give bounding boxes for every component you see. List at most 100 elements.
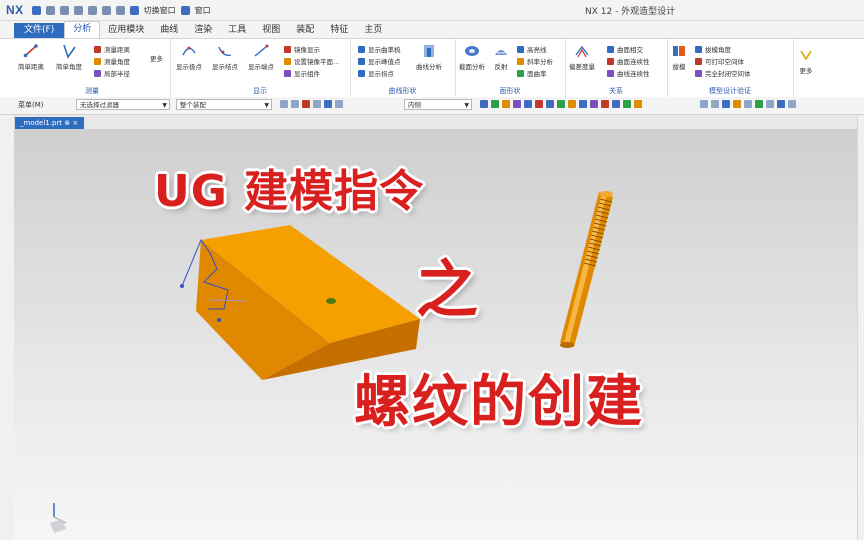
face-curvature-button[interactable]: 面曲率 [517, 68, 547, 78]
deviation-measure-button[interactable]: 偏差度量 [569, 43, 595, 71]
wcs-icon[interactable] [766, 100, 774, 108]
model-scene [50, 191, 613, 533]
check-more-button[interactable]: 更多 [798, 47, 814, 75]
tab-view[interactable]: 视图 [254, 23, 288, 38]
slope-analysis-button[interactable]: 斜率分析 [517, 56, 553, 66]
curve-continuity-button[interactable]: 曲线连续性 [607, 68, 650, 78]
point-on-curve-icon[interactable] [557, 100, 565, 108]
tab-analysis[interactable]: 分析 [64, 21, 101, 38]
simple-distance-button[interactable]: 简单距离 [18, 43, 44, 71]
printable-space-button[interactable]: 可打印空间体 [695, 56, 744, 66]
tab-applications[interactable]: 应用模块 [100, 23, 152, 38]
orient-view-icon[interactable] [744, 100, 752, 108]
tangent-icon[interactable] [590, 100, 598, 108]
show-inflection-button[interactable]: 显示拐点 [358, 68, 394, 78]
render-style-icon[interactable] [733, 100, 741, 108]
show-endpoints-button[interactable]: 显示端点 [248, 43, 274, 71]
control-point-icon[interactable] [502, 100, 510, 108]
tab-render[interactable]: 渲染 [186, 23, 220, 38]
coordinate-triad [50, 503, 67, 533]
local-radius-button[interactable]: 局部半径 [94, 68, 130, 78]
deselect-icon[interactable] [324, 100, 332, 108]
box-icon[interactable] [313, 100, 321, 108]
show-group-button[interactable]: 显示组件 [284, 68, 320, 78]
zoom-icon[interactable] [700, 100, 708, 108]
reflection-icon [495, 50, 507, 55]
graphics-viewport[interactable]: UG 建模指令 之 螺纹的创建 [14, 129, 857, 540]
mirror-show-button[interactable]: 镜像显示 [284, 44, 320, 54]
paste-icon[interactable] [101, 5, 111, 15]
face-continuity-button[interactable]: 曲面连续性 [607, 56, 650, 66]
layer-icon[interactable] [755, 100, 763, 108]
section-analysis-button[interactable]: 截面分析 [459, 43, 485, 71]
redo-icon[interactable] [59, 5, 69, 15]
perpendicular-icon[interactable] [601, 100, 609, 108]
show-peak-button[interactable]: 显示峰值点 [358, 56, 401, 66]
quadrant-icon[interactable] [535, 100, 543, 108]
group-display: 显示极点 显示结点 显示端点 镜像显示 设置镜像平面... 显示组件 显示 [170, 39, 351, 97]
draft-angle-button[interactable]: 拔模角度 [695, 44, 731, 54]
center-icon[interactable] [524, 100, 532, 108]
peak-icon [358, 57, 365, 65]
close-icon[interactable]: ⊗ × [64, 119, 78, 127]
simple-angle-button[interactable]: 简单角度 [56, 43, 82, 71]
show-curvature-comb-button[interactable]: 显示曲率梳 [358, 44, 401, 54]
arc-center-icon[interactable] [579, 100, 587, 108]
snap-icon[interactable] [291, 100, 299, 108]
measure-angle-button[interactable]: 测量角度 [94, 56, 130, 66]
pan-icon[interactable] [711, 100, 719, 108]
undo-icon[interactable] [45, 5, 55, 15]
repeat-icon[interactable] [115, 5, 125, 15]
tab-tools[interactable]: 工具 [220, 23, 254, 38]
select-icon[interactable] [302, 100, 310, 108]
show-knots-button[interactable]: 显示结点 [212, 43, 238, 71]
settings-icon[interactable] [788, 100, 796, 108]
thread-hole[interactable] [326, 298, 336, 304]
save-icon[interactable] [31, 5, 41, 15]
scrollbar[interactable] [857, 115, 864, 540]
copy-icon[interactable] [87, 5, 97, 15]
switch-window-button[interactable]: 切换窗口 [144, 5, 176, 16]
draft-button[interactable]: 拔模 [671, 43, 687, 71]
window-icon[interactable] [180, 5, 190, 15]
face-intersect-button[interactable]: 曲面相交 [607, 44, 643, 54]
measure-distance-button[interactable]: 测量距离 [94, 44, 130, 54]
midpoint-snap-icon[interactable] [491, 100, 499, 108]
curve-analysis-button[interactable]: 曲线分析 [416, 43, 442, 71]
threaded-rod[interactable] [560, 191, 613, 348]
tab-file[interactable]: 文件(F) [14, 23, 65, 38]
pole-icon[interactable] [623, 100, 631, 108]
cut-icon[interactable] [73, 5, 83, 15]
rotate-icon[interactable] [722, 100, 730, 108]
tab-assembly[interactable]: 装配 [288, 23, 322, 38]
security-space-button[interactable]: 完全封闭空间体 [695, 68, 751, 78]
menu-button[interactable]: 菜单(M) [18, 100, 44, 110]
document-tabs: _model1.prt ⊗ × [0, 115, 864, 129]
show-extreme-button[interactable]: 显示极点 [176, 43, 202, 71]
security-space-icon [695, 69, 702, 77]
window-button[interactable]: 窗口 [195, 5, 211, 16]
tab-home[interactable]: 主页 [356, 23, 390, 38]
sketch-point[interactable] [180, 284, 184, 288]
highlight-line-button[interactable]: 高亮线 [517, 44, 547, 54]
display-icon[interactable] [777, 100, 785, 108]
tab-curve[interactable]: 曲线 [152, 23, 186, 38]
measure-more-button[interactable]: 更多 [150, 53, 163, 63]
snap-point-icon[interactable] [634, 100, 642, 108]
document-tab-model1[interactable]: _model1.prt ⊗ × [14, 117, 85, 129]
intersection-icon[interactable] [513, 100, 521, 108]
point-on-face-icon[interactable] [568, 100, 576, 108]
lasso-icon[interactable] [335, 100, 343, 108]
endpoint-snap-icon[interactable] [480, 100, 488, 108]
selection-filter-select[interactable]: 无选择过滤器 ▼ [76, 99, 170, 110]
sketch-point[interactable] [217, 318, 221, 322]
filter-icon[interactable] [280, 100, 288, 108]
inside-select[interactable]: 内侧 ▼ [404, 99, 472, 110]
scope-select[interactable]: 整个装配 ▼ [176, 99, 272, 110]
existing-point-icon[interactable] [546, 100, 554, 108]
set-mirror-plane-button[interactable]: 设置镜像平面... [284, 56, 339, 66]
switch-window-icon[interactable] [129, 5, 139, 15]
reflection-button[interactable]: 反射 [493, 43, 509, 71]
bounding-icon[interactable] [612, 100, 620, 108]
tab-feature[interactable]: 特征 [322, 23, 356, 38]
